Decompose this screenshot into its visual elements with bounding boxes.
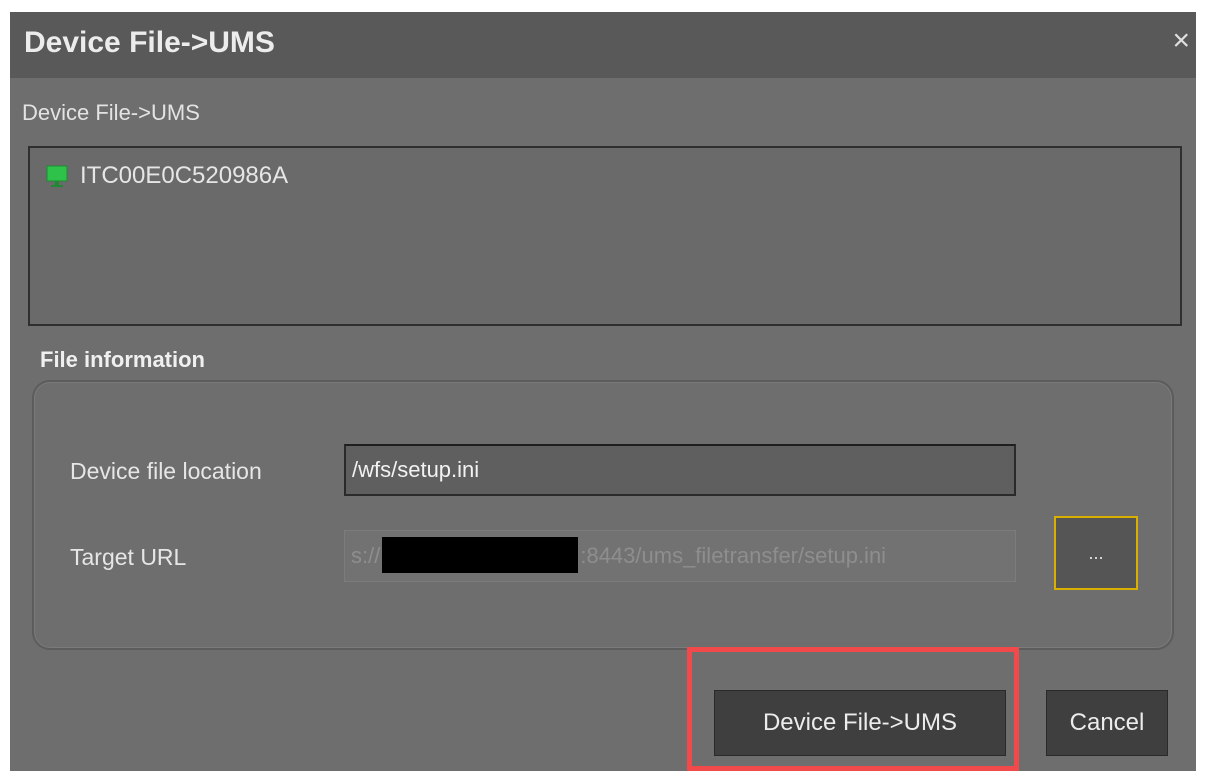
target-url-field: s:// :8443/ums_filetransfer/setup.ini xyxy=(344,530,1016,582)
monitor-icon xyxy=(46,165,68,187)
target-url-prefix: s:// xyxy=(351,543,381,568)
title-bar: Device File->UMS × xyxy=(10,12,1196,78)
dialog-subtitle: Device File->UMS xyxy=(22,100,200,125)
redacted-host xyxy=(382,537,579,574)
dialog-title: Device File->UMS xyxy=(24,26,275,59)
device-file-location-label: Device file location xyxy=(70,458,262,484)
cancel-button[interactable]: Cancel xyxy=(1046,690,1168,756)
device-file-location-field[interactable]: /wfs/setup.ini xyxy=(344,444,1016,496)
target-url-label: Target URL xyxy=(70,544,187,570)
browse-button[interactable]: ... xyxy=(1054,516,1138,590)
list-item[interactable]: ITC00E0C520986A xyxy=(46,162,288,190)
highlight-box xyxy=(687,647,1019,771)
file-information-group: Device file location /wfs/setup.ini Targ… xyxy=(32,380,1174,650)
device-list[interactable]: ITC00E0C520986A xyxy=(28,146,1182,326)
close-icon[interactable]: × xyxy=(1172,26,1190,56)
file-information-heading: File information xyxy=(40,347,205,372)
target-url-suffix: :8443/ums_filetransfer/setup.ini xyxy=(580,543,887,568)
device-name: ITC00E0C520986A xyxy=(80,162,289,189)
